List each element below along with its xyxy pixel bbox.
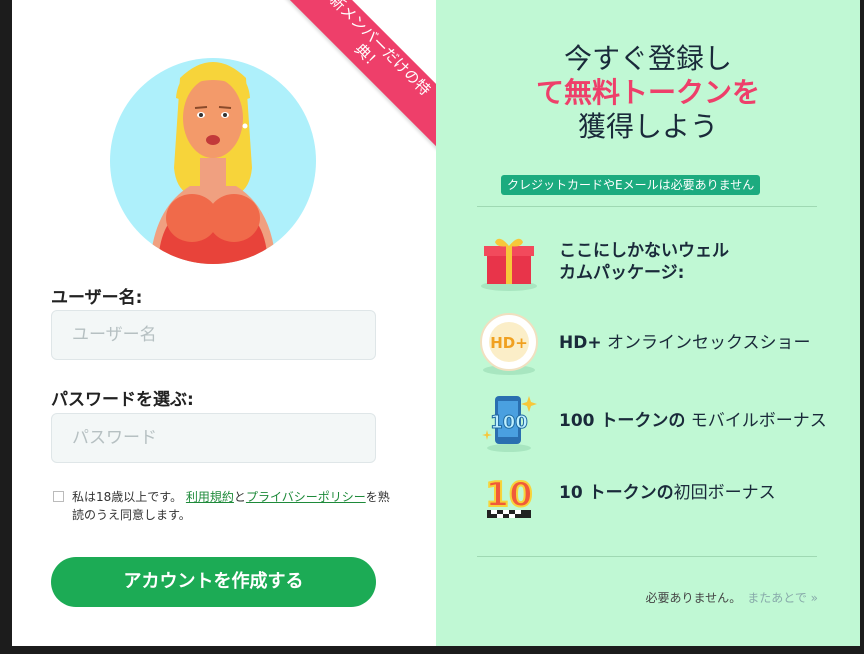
- perk-3-bold: 100 トークンの: [559, 411, 686, 431]
- avatar-illustration: [110, 58, 316, 264]
- password-input[interactable]: [51, 413, 376, 463]
- perk-hd-shows: HD+ HD+ オンラインセックスショー: [477, 312, 837, 382]
- username-input[interactable]: [51, 310, 376, 360]
- perk-3-rest: モバイルボーナス: [685, 411, 827, 431]
- password-label: パスワードを選ぶ:: [51, 390, 194, 410]
- perk-first-bonus: 10 10 トークンの初回ボーナス: [477, 462, 837, 532]
- svg-text:10: 10: [485, 475, 532, 515]
- headline-line-2: て無料トークンを: [535, 76, 760, 109]
- perk-welcome-package: ここにしかないウェル カムパッケージ:: [477, 230, 837, 300]
- create-account-button[interactable]: アカウントを作成する: [51, 557, 376, 607]
- perk-1-text: ここにしかないウェル カムパッケージ:: [559, 240, 729, 284]
- signup-modal: 新メンバーだけの特 典！ ユーザー名: ユーザー名 パスワードを選ぶ: 私は18…: [12, 0, 860, 646]
- perk-4-text: 10 トークンの初回ボーナス: [559, 482, 776, 504]
- divider-bottom: [477, 556, 817, 557]
- perk-mobile-bonus: 100 100 トークンの モバイルボーナス: [477, 390, 837, 460]
- signup-form-pane: 新メンバーだけの特 典！ ユーザー名: ユーザー名 パスワードを選ぶ: 私は18…: [12, 0, 436, 646]
- age-terms-checkbox[interactable]: [53, 491, 64, 502]
- perk-3-text: 100 トークンの モバイルボーナス: [559, 410, 827, 432]
- headline-line-3: 獲得しよう: [577, 110, 718, 143]
- perk-1-bold-2: カムパッケージ:: [559, 263, 685, 283]
- agreement-prefix: 私は18歳以上です。: [72, 490, 183, 504]
- perk-1-bold: ここにしかないウェル: [559, 241, 729, 261]
- no-card-badge: クレジットカードやEメールは必要ありません: [501, 175, 761, 195]
- promo-headline: 今すぐ登録し て無料トークンを 獲得しよう: [436, 42, 860, 144]
- terms-link[interactable]: 利用規約: [186, 490, 234, 504]
- background-edge-right: [860, 0, 864, 654]
- perk-4-bold: 10 トークンの: [559, 483, 674, 503]
- background-edge-left: [0, 0, 12, 654]
- hd-plus-icon: HD+: [480, 313, 538, 375]
- tokens-10-icon: 10: [484, 474, 534, 518]
- woman-illustration-icon: [150, 62, 276, 264]
- promo-pane: 今すぐ登録し て無料トークンを 獲得しよう クレジットカードやEメールは必要あり…: [436, 0, 860, 646]
- mobile-100-icon: 100: [482, 396, 537, 452]
- username-label: ユーザー名:: [51, 288, 143, 308]
- perk-2-text: HD+ オンラインセックスショー: [559, 332, 811, 354]
- perk-2-rest: オンラインセックスショー: [601, 333, 811, 353]
- age-terms-agreement: 私は18歳以上です。 利用規約とプライバシーポリシーを熟読のうえ同意します。: [53, 488, 393, 524]
- perk-4-rest: 初回ボーナス: [673, 483, 776, 503]
- maybe-later-link[interactable]: またあとで »: [747, 591, 818, 605]
- agreement-text: 私は18歳以上です。 利用規約とプライバシーポリシーを熟読のうえ同意します。: [72, 488, 393, 524]
- headline-line-1: 今すぐ登録し: [563, 42, 732, 75]
- perk-2-bold: HD+: [559, 333, 602, 353]
- privacy-policy-link[interactable]: プライバシーポリシー: [246, 490, 366, 504]
- svg-text:100: 100: [490, 412, 528, 433]
- gift-icon: [481, 238, 537, 291]
- skip-signup-row: 必要ありません。 またあとで »: [646, 589, 818, 606]
- not-needed-text: 必要ありません。: [645, 591, 742, 605]
- divider-top: [477, 206, 817, 207]
- background-edge-bottom: [0, 646, 864, 654]
- agreement-and: と: [233, 490, 246, 504]
- svg-text:HD+: HD+: [490, 334, 528, 352]
